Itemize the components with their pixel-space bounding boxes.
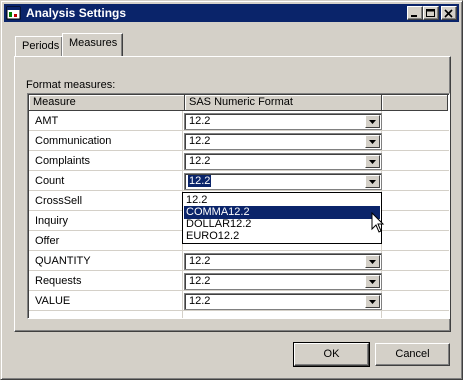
format-value: 12.2 bbox=[189, 155, 211, 167]
minimize-icon bbox=[411, 15, 417, 17]
close-button[interactable] bbox=[441, 6, 457, 20]
maximize-icon bbox=[426, 9, 435, 17]
table-row[interactable]: Complaints 12.2 bbox=[29, 151, 449, 171]
table-row[interactable]: Count 12.2 bbox=[29, 171, 449, 191]
chevron-down-icon bbox=[369, 300, 376, 304]
dropdown-button[interactable] bbox=[365, 135, 380, 148]
format-value: 12.2 bbox=[189, 135, 211, 147]
column-header-measure[interactable]: Measure bbox=[29, 95, 185, 111]
format-combo[interactable]: 12.2 bbox=[184, 293, 382, 310]
dropdown-option[interactable]: EURO12.2 bbox=[184, 230, 380, 243]
format-combo[interactable]: 12.2 bbox=[184, 133, 382, 150]
measure-name: Communication bbox=[35, 135, 112, 147]
table-row[interactable]: Communication 12.2 bbox=[29, 131, 449, 151]
table-row[interactable]: QUANTITY 12.2 bbox=[29, 251, 449, 271]
measure-name: AMT bbox=[35, 115, 59, 127]
dropdown-button[interactable] bbox=[365, 255, 380, 268]
format-combo[interactable]: 12.2 bbox=[184, 273, 382, 290]
format-combo-active[interactable]: 12.2 bbox=[184, 173, 382, 190]
cancel-button[interactable]: Cancel bbox=[375, 343, 450, 366]
format-measures-label: Format measures: bbox=[26, 79, 116, 91]
close-icon bbox=[444, 9, 453, 18]
table-row[interactable]: VALUE 12.2 bbox=[29, 291, 449, 311]
minimize-button[interactable] bbox=[407, 6, 423, 20]
column-header-format[interactable]: SAS Numeric Format bbox=[185, 95, 382, 111]
chevron-down-icon bbox=[369, 140, 376, 144]
format-value: 12.2 bbox=[189, 295, 211, 307]
measure-name: Offer bbox=[35, 235, 60, 247]
ok-button[interactable]: OK bbox=[293, 342, 370, 367]
format-value: 12.2 bbox=[188, 175, 212, 187]
window-title: Analysis Settings bbox=[26, 6, 127, 20]
measure-name: VALUE bbox=[35, 295, 71, 307]
measure-name: CrossSell bbox=[35, 195, 83, 207]
mouse-cursor-icon bbox=[371, 212, 385, 233]
format-value: 12.2 bbox=[189, 255, 211, 267]
column-header-empty bbox=[382, 95, 448, 111]
format-dropdown-list[interactable]: 12.2 COMMA12.2 DOLLAR12.2 EURO12.2 bbox=[182, 192, 382, 244]
chevron-down-icon bbox=[369, 180, 376, 184]
chevron-down-icon bbox=[369, 160, 376, 164]
dropdown-button[interactable] bbox=[365, 275, 380, 288]
dropdown-button[interactable] bbox=[365, 175, 380, 188]
tab-measures[interactable]: Measures bbox=[62, 33, 123, 56]
format-value: 12.2 bbox=[189, 275, 211, 287]
app-icon bbox=[6, 6, 21, 20]
measure-name: Inquiry bbox=[35, 215, 69, 227]
maximize-button[interactable] bbox=[423, 6, 439, 20]
format-combo[interactable]: 12.2 bbox=[184, 113, 382, 130]
chevron-down-icon bbox=[369, 260, 376, 264]
dropdown-button[interactable] bbox=[365, 115, 380, 128]
table-row[interactable]: Requests 12.2 bbox=[29, 271, 449, 291]
format-value: 12.2 bbox=[189, 115, 211, 127]
table-row[interactable]: AMT 12.2 bbox=[29, 111, 449, 131]
measure-name: Complaints bbox=[35, 155, 91, 167]
measure-name: Requests bbox=[35, 275, 82, 287]
analysis-settings-window: Analysis Settings Periods Measures Forma… bbox=[0, 0, 463, 380]
tab-periods[interactable]: Periods bbox=[15, 36, 63, 56]
format-combo[interactable]: 12.2 bbox=[184, 253, 382, 270]
format-combo[interactable]: 12.2 bbox=[184, 153, 382, 170]
measure-name: Count bbox=[35, 175, 65, 187]
chevron-down-icon bbox=[369, 120, 376, 124]
chevron-down-icon bbox=[369, 280, 376, 284]
title-bar[interactable]: Analysis Settings bbox=[4, 4, 459, 22]
dropdown-button[interactable] bbox=[365, 295, 380, 308]
dropdown-button[interactable] bbox=[365, 155, 380, 168]
measure-name: QUANTITY bbox=[35, 255, 91, 267]
